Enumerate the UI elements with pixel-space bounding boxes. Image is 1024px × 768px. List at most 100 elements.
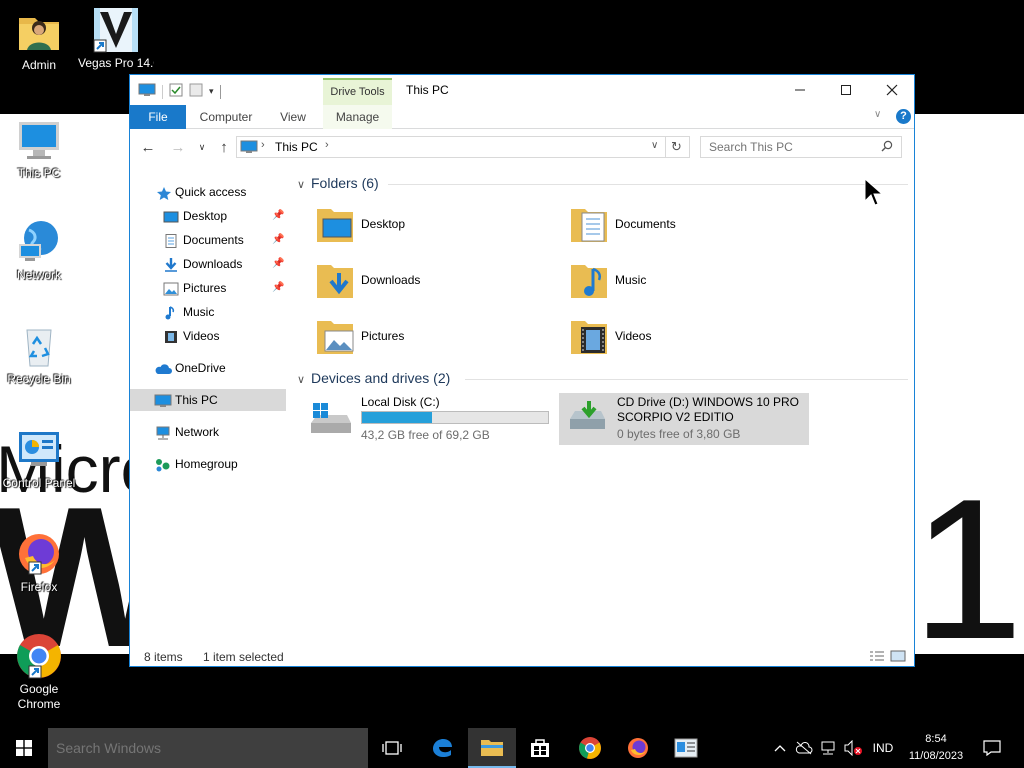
taskbar-app-file-explorer[interactable] xyxy=(468,728,516,768)
desktop-icon-network[interactable]: Network xyxy=(1,218,77,283)
taskbar-search-input[interactable] xyxy=(48,728,368,768)
drive-name-line-2: SCORPIO V2 EDITIO xyxy=(617,410,734,424)
recycle-bin-icon xyxy=(15,322,63,370)
maximize-button[interactable] xyxy=(823,75,869,105)
task-view-icon xyxy=(382,741,402,755)
drive-free-space: 43,2 GB free of 69,2 GB xyxy=(361,428,490,442)
nav-item-music[interactable]: Music xyxy=(130,301,286,323)
store-icon xyxy=(531,739,549,757)
folder-tile-videos[interactable]: Videos xyxy=(549,313,779,365)
help-icon[interactable]: ? xyxy=(896,109,911,124)
nav-item-this-pc[interactable]: This PC xyxy=(130,389,286,411)
pin-icon[interactable]: 📌 xyxy=(272,229,284,251)
taskbar-clock[interactable]: 8:54 11/08/2023 xyxy=(900,731,972,765)
back-button[interactable]: ← xyxy=(138,137,158,157)
forward-button[interactable]: → xyxy=(168,137,188,157)
address-dropdown-icon[interactable]: ∨ xyxy=(651,140,658,151)
new-folder-icon[interactable] xyxy=(189,83,203,100)
up-button[interactable]: ↑ xyxy=(214,137,234,157)
drive-tile-cd-drive-d[interactable]: CD Drive (D:) WINDOWS 10 PRO SCORPIO V2 … xyxy=(559,393,809,445)
search-box[interactable] xyxy=(700,136,902,158)
nav-item-label: Music xyxy=(183,305,215,319)
taskbar-app-chrome[interactable] xyxy=(566,728,614,768)
nav-item-label: Homegroup xyxy=(175,457,238,471)
folder-tile-downloads[interactable]: Downloads xyxy=(295,257,525,309)
group-header-devices[interactable]: ∨ Devices and drives (2) xyxy=(297,370,450,386)
desktop-icon-vegas-pro[interactable]: Vegas Pro 14.0 (64- xyxy=(78,6,154,71)
nav-item-onedrive[interactable]: OneDrive xyxy=(130,357,286,379)
tray-onedrive-offline[interactable] xyxy=(794,728,814,768)
details-view-icon[interactable] xyxy=(868,649,886,666)
group-header-folders[interactable]: ∨ Folders (6) xyxy=(297,175,379,191)
pin-icon[interactable]: 📌 xyxy=(272,205,284,227)
address-bar[interactable]: › This PC › ∨ ↻ xyxy=(236,136,690,158)
breadcrumb-this-pc[interactable]: This PC xyxy=(275,140,318,154)
breadcrumb-chevron-icon[interactable]: › xyxy=(325,139,329,151)
nav-item-downloads[interactable]: Downloads 📌 xyxy=(130,253,286,275)
folder-tile-desktop[interactable]: Desktop xyxy=(295,201,525,253)
customize-dropdown-icon[interactable]: ▾ xyxy=(209,86,214,97)
taskbar-search-box[interactable] xyxy=(48,728,368,768)
control-panel-icon xyxy=(674,738,698,758)
nav-item-documents[interactable]: Documents 📌 xyxy=(130,229,286,251)
folder-tile-pictures[interactable]: Pictures xyxy=(295,313,525,365)
user-folder-icon xyxy=(15,8,63,56)
tab-file[interactable]: File xyxy=(130,105,186,129)
drive-usage-bar xyxy=(361,411,549,424)
taskbar-app-control-panel[interactable] xyxy=(662,728,710,768)
network-icon xyxy=(154,425,170,440)
pin-icon[interactable]: 📌 xyxy=(272,253,284,275)
show-hidden-icons-button[interactable] xyxy=(772,728,788,768)
nav-item-network[interactable]: Network xyxy=(130,421,286,443)
desktop-icon-this-pc[interactable]: This PC xyxy=(1,116,77,181)
tray-network[interactable] xyxy=(818,728,838,768)
folder-tile-music[interactable]: Music xyxy=(549,257,779,309)
minimize-button[interactable] xyxy=(777,75,823,105)
nav-item-label: This PC xyxy=(175,393,218,407)
desktop-icon-control-panel[interactable]: Control Panel xyxy=(1,426,77,491)
large-icons-view-icon[interactable] xyxy=(890,649,906,666)
computer-small-icon[interactable] xyxy=(138,83,156,100)
computer-icon xyxy=(15,116,63,164)
expand-ribbon-icon[interactable]: ∨ xyxy=(874,109,881,120)
videos-icon xyxy=(163,329,179,343)
tab-view[interactable]: View xyxy=(270,105,316,129)
clock-date: 11/08/2023 xyxy=(908,750,964,762)
tray-language[interactable]: IND xyxy=(868,728,898,768)
nav-item-desktop[interactable]: Desktop 📌 xyxy=(130,205,286,227)
close-button[interactable] xyxy=(869,75,915,105)
start-button[interactable] xyxy=(0,728,48,768)
search-icon[interactable] xyxy=(881,140,893,155)
nav-item-label: Videos xyxy=(183,329,220,343)
task-view-button[interactable] xyxy=(368,728,416,768)
download-arrow-icon xyxy=(163,257,179,272)
taskbar-app-edge[interactable] xyxy=(418,728,466,768)
desktop-icon-label: Vegas Pro 14.0 (64- xyxy=(78,56,154,70)
search-input[interactable] xyxy=(701,137,877,157)
nav-item-quick-access[interactable]: Quick access xyxy=(130,181,286,203)
nav-item-label: Quick access xyxy=(175,185,247,199)
drive-tools-contextual-header: Drive Tools xyxy=(323,78,392,105)
desktop-icon-recycle-bin[interactable]: Recycle Bin xyxy=(1,322,77,387)
desktop-icon-chrome[interactable]: Google Chrome xyxy=(1,632,77,712)
taskbar-app-firefox[interactable] xyxy=(614,728,662,768)
taskbar-app-store[interactable] xyxy=(516,728,564,768)
tab-manage[interactable]: Manage xyxy=(323,105,392,129)
folder-tile-documents[interactable]: Documents xyxy=(549,201,779,253)
desktop-icon-firefox[interactable]: Firefox xyxy=(1,530,77,595)
pin-icon[interactable]: 📌 xyxy=(272,277,284,299)
drive-tile-local-disk-c[interactable]: Local Disk (C:) 43,2 GB free of 69,2 GB xyxy=(305,393,551,445)
title-bar[interactable]: ▾ Drive Tools This PC xyxy=(130,75,914,105)
action-center-button[interactable] xyxy=(978,728,1006,768)
recent-locations-icon[interactable]: ∨ xyxy=(192,137,212,157)
nav-item-pictures[interactable]: Pictures 📌 xyxy=(130,277,286,299)
desktop-icon-label: Admin xyxy=(21,58,56,72)
nav-item-homegroup[interactable]: Homegroup xyxy=(130,453,286,475)
tab-computer[interactable]: Computer xyxy=(192,105,260,129)
desktop-icon-admin[interactable]: Admin xyxy=(1,8,77,73)
nav-item-videos[interactable]: Videos xyxy=(130,325,286,347)
refresh-icon[interactable]: ↻ xyxy=(671,139,682,155)
chrome-icon xyxy=(579,737,601,759)
tray-volume[interactable] xyxy=(842,728,864,768)
properties-icon[interactable] xyxy=(169,83,183,100)
